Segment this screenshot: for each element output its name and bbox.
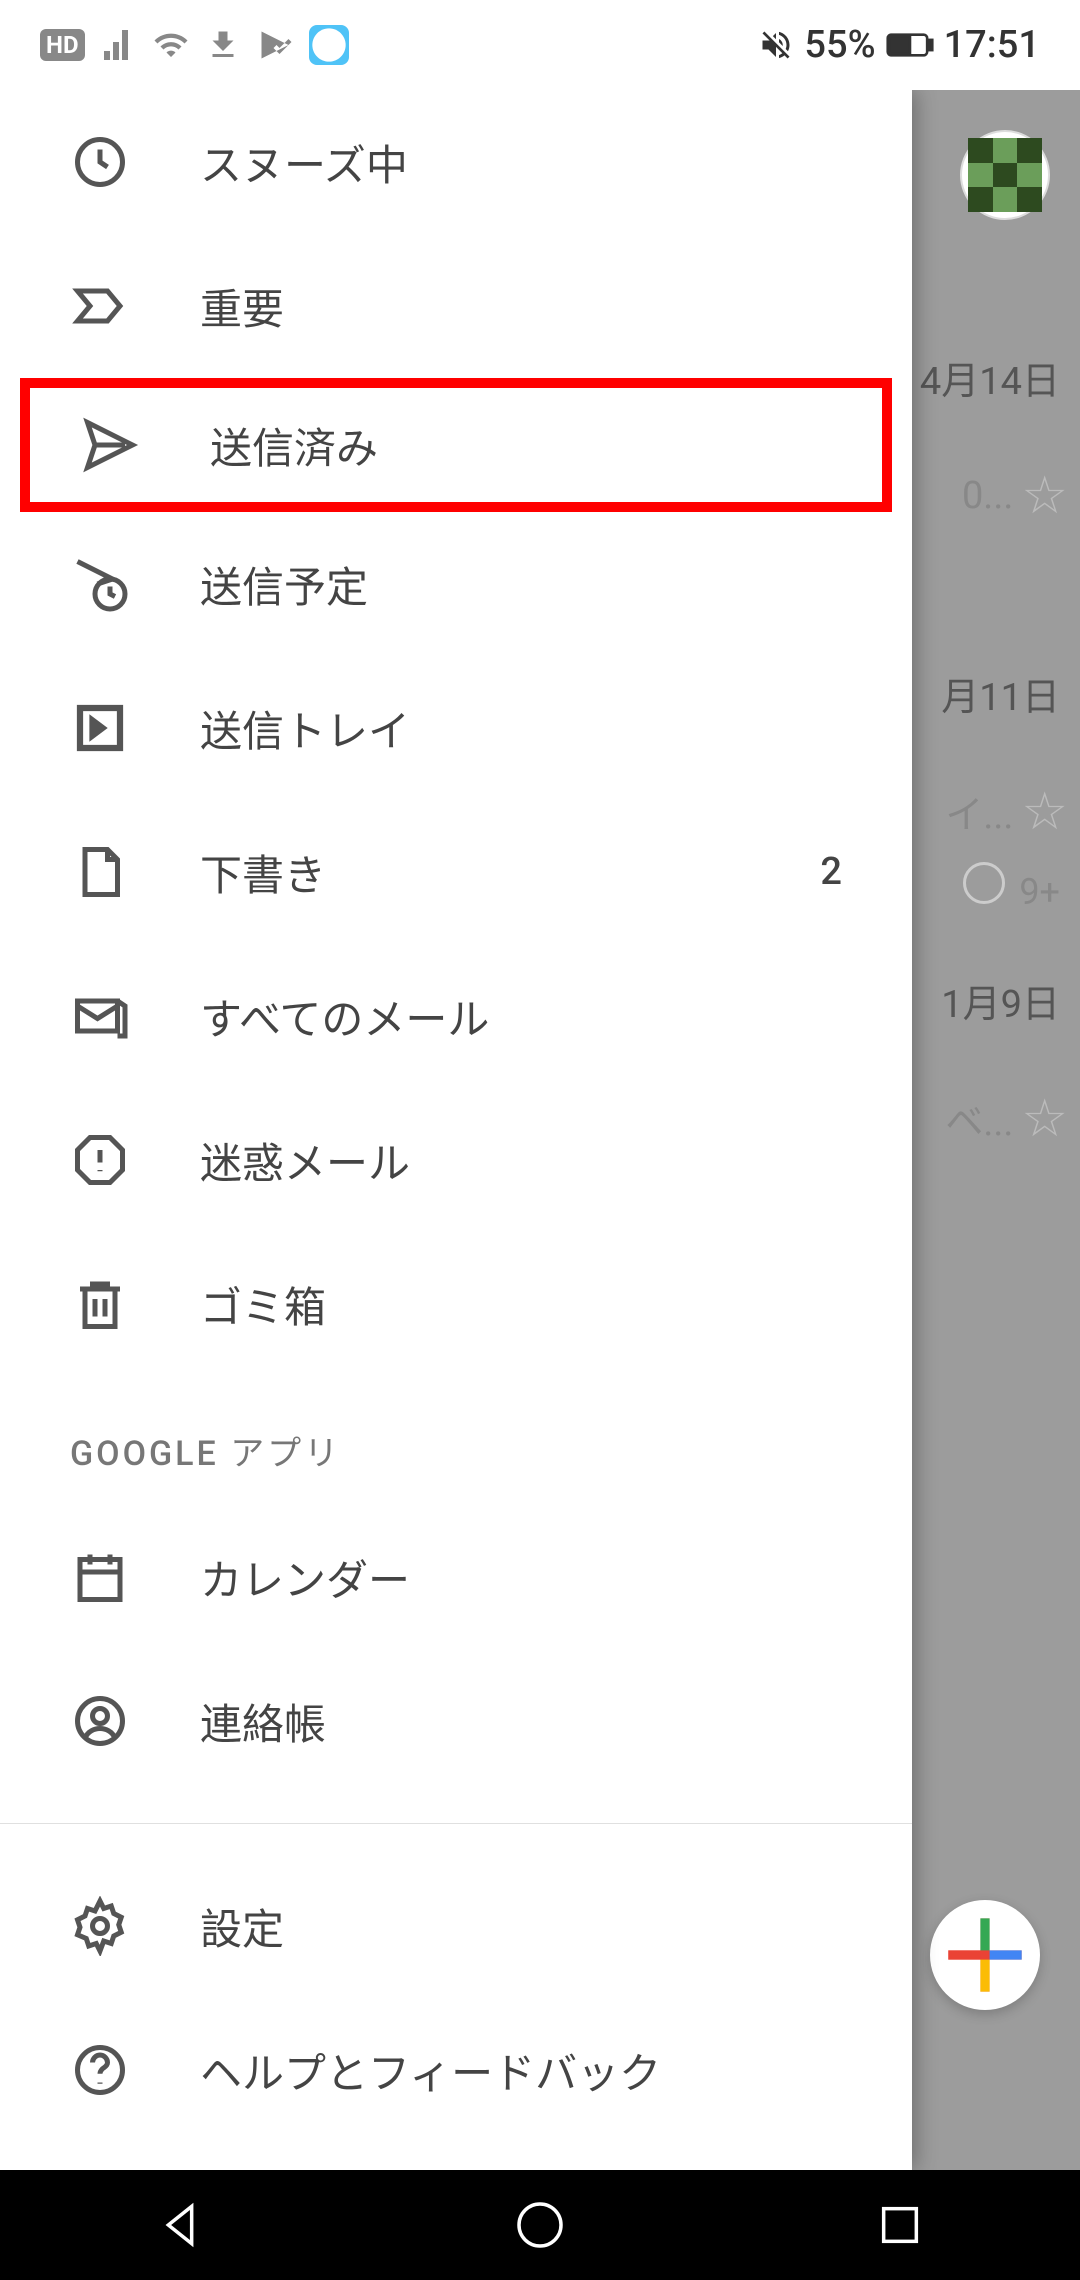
drawer-item-important[interactable]: 重要: [0, 234, 912, 378]
plus-icon: [930, 1900, 1040, 2010]
contacts-icon: [70, 1691, 130, 1751]
calendar-icon: [70, 1547, 130, 1607]
email-date: 1月9日: [910, 973, 1080, 1028]
home-button[interactable]: [512, 2197, 568, 2253]
drawer-item-drafts[interactable]: 下書き 2: [0, 800, 912, 944]
status-left-icons: HD: [40, 25, 349, 65]
badge-row: 9+: [910, 862, 1080, 913]
section-header-google: GOOGLE アプリ: [0, 1376, 912, 1505]
settings-icon: [70, 1896, 130, 1956]
email-date: 4月14日: [910, 350, 1080, 405]
navigation-drawer: スヌーズ中 重要 送信済み 送信予定 送信トレイ 下書き 2: [0, 90, 912, 2170]
drawer-item-sent[interactable]: 送信済み: [20, 378, 892, 512]
drawer-item-spam[interactable]: 迷惑メール: [0, 1088, 912, 1232]
drawer-item-snoozed[interactable]: スヌーズ中: [0, 90, 912, 234]
download-icon: [205, 27, 241, 63]
email-snippet: イ... ☆: [910, 781, 1080, 842]
spam-icon: [70, 1130, 130, 1190]
avatar-image: [968, 138, 1042, 212]
star-icon[interactable]: ☆: [1021, 1088, 1068, 1149]
back-button[interactable]: [152, 2197, 208, 2253]
email-list-partial: 4月14日 0... ☆ 月11日 イ... ☆ 9+ 1月9日 ベ... ☆: [910, 90, 1080, 2170]
clock-time: 17:51: [944, 23, 1040, 67]
star-icon[interactable]: ☆: [1021, 781, 1068, 842]
drawer-label: 設定: [200, 1896, 872, 1957]
signal-icon: [101, 27, 137, 63]
system-nav-bar: [0, 2170, 1080, 2280]
drawer-label: カレンダー: [200, 1547, 872, 1608]
wifi-icon: [153, 27, 189, 63]
app-icon: [309, 25, 349, 65]
trash-icon: [70, 1274, 130, 1334]
drawer-item-outbox[interactable]: 送信トレイ: [0, 656, 912, 800]
status-bar: HD 55% 17:51: [0, 0, 1080, 90]
clock-icon: [70, 132, 130, 192]
hd-indicator: HD: [40, 29, 85, 61]
drawer-label: 下書き: [200, 842, 820, 903]
help-icon: [70, 2040, 130, 2100]
compose-fab[interactable]: [930, 1900, 1040, 2010]
drawer-item-settings[interactable]: 設定: [0, 1854, 912, 1998]
star-icon[interactable]: ☆: [1021, 465, 1068, 526]
drawer-item-trash[interactable]: ゴミ箱: [0, 1232, 912, 1376]
drawer-label: ヘルプとフィードバック: [200, 2040, 872, 2101]
drawer-count: 2: [820, 850, 842, 894]
play-check-icon: [257, 27, 293, 63]
divider: [0, 1823, 912, 1824]
draft-icon: [70, 842, 130, 902]
schedule-send-icon: [70, 554, 130, 614]
status-right-icons: 55% 17:51: [758, 23, 1040, 67]
important-icon: [70, 276, 130, 336]
battery-percent: 55%: [804, 23, 875, 67]
drawer-label: 送信予定: [200, 554, 872, 615]
recent-apps-button[interactable]: [872, 2197, 928, 2253]
count-badge: 9+: [1019, 871, 1060, 913]
battery-icon: [886, 27, 934, 63]
drawer-label: 連絡帳: [200, 1691, 872, 1752]
all-mail-icon: [70, 986, 130, 1046]
drawer-item-contacts[interactable]: 連絡帳: [0, 1649, 912, 1793]
drawer-item-all-mail[interactable]: すべてのメール: [0, 944, 912, 1088]
drawer-label: 送信トレイ: [200, 698, 872, 759]
drawer-label: すべてのメール: [200, 986, 872, 1047]
email-snippet: ベ... ☆: [910, 1088, 1080, 1149]
drawer-label: 重要: [200, 276, 872, 337]
mute-icon: [758, 27, 794, 63]
drawer-label: 送信済み: [210, 415, 862, 476]
email-date: 月11日: [910, 666, 1080, 721]
drawer-item-scheduled[interactable]: 送信予定: [0, 512, 912, 656]
drawer-label: スヌーズ中: [200, 132, 872, 193]
drawer-item-calendar[interactable]: カレンダー: [0, 1505, 912, 1649]
send-icon: [80, 415, 140, 475]
drawer-item-help[interactable]: ヘルプとフィードバック: [0, 1998, 912, 2142]
email-snippet: 0... ☆: [910, 465, 1080, 526]
drawer-label: ゴミ箱: [200, 1274, 872, 1335]
outbox-icon: [70, 698, 130, 758]
avatar[interactable]: [960, 130, 1050, 220]
drawer-label: 迷惑メール: [200, 1130, 872, 1191]
